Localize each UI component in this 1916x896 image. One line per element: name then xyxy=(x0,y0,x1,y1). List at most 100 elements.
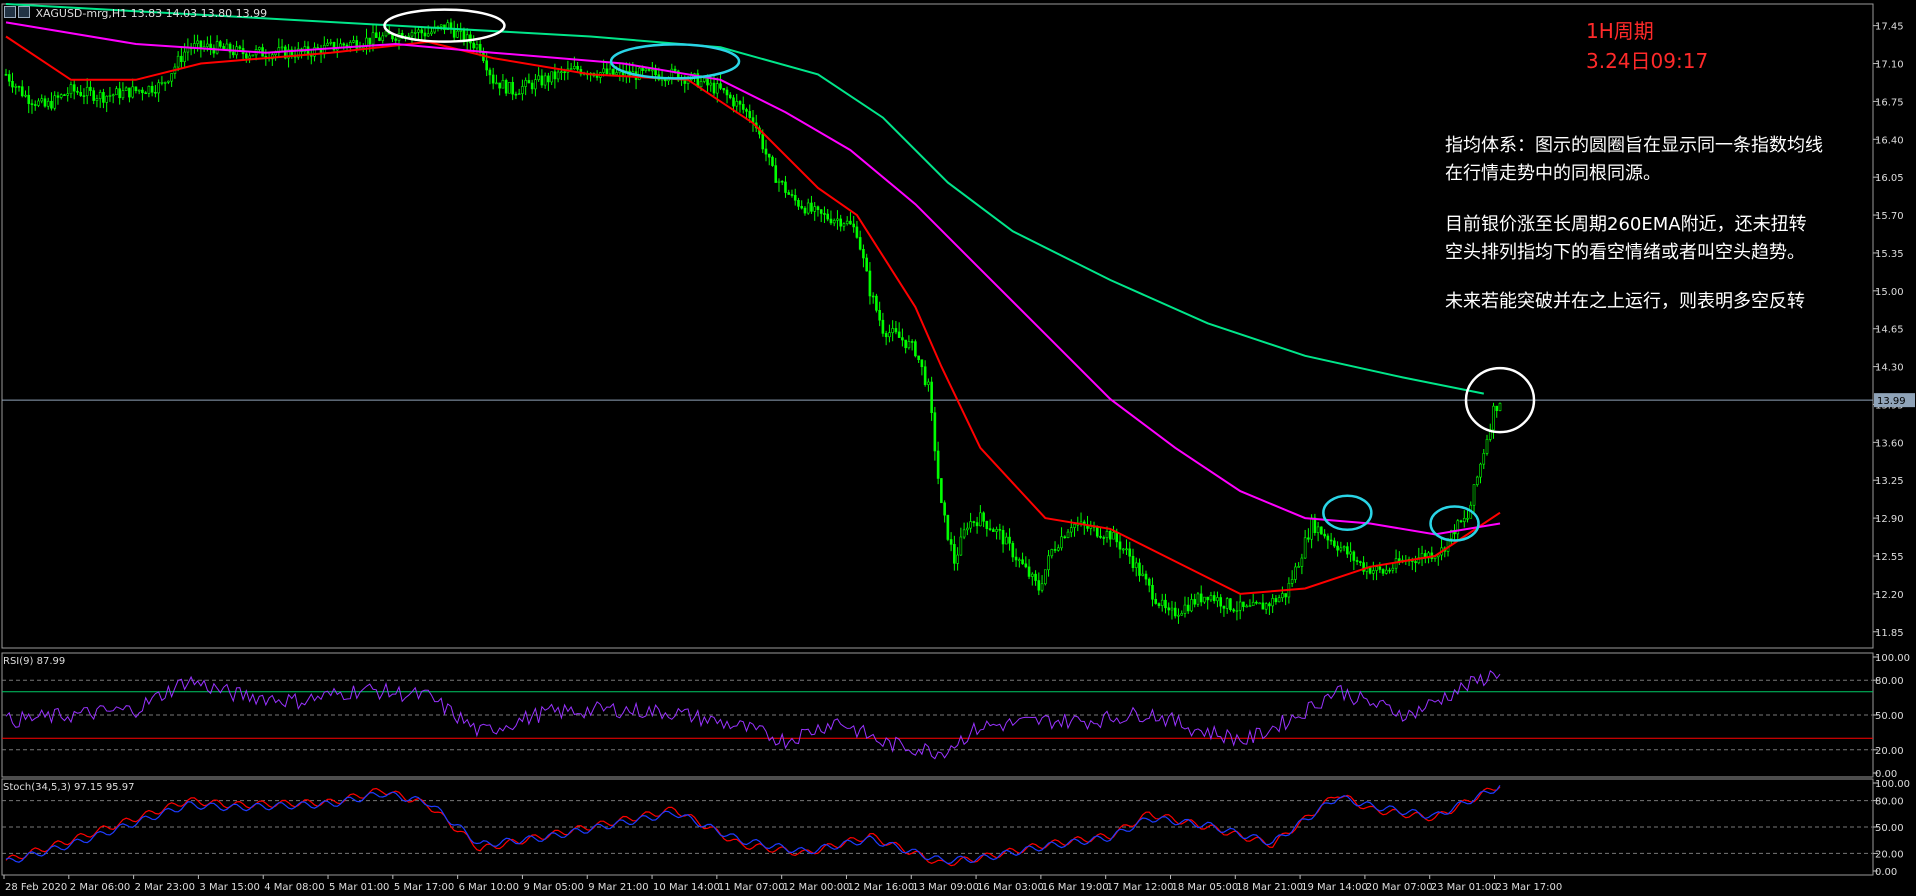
candle-body xyxy=(1183,604,1187,614)
candle-body xyxy=(426,33,430,37)
x-tick-label: 18 Mar 21:00 xyxy=(1236,882,1303,893)
candle-body xyxy=(647,68,651,71)
x-tick-label: 2 Mar 06:00 xyxy=(70,882,130,893)
candle-body xyxy=(371,32,375,45)
candle-body xyxy=(790,194,794,196)
candle-body xyxy=(134,86,138,91)
rsi-y-tick-label: 80.00 xyxy=(1875,676,1904,687)
candle-body xyxy=(803,207,807,214)
candle-body xyxy=(196,40,199,44)
candle-body xyxy=(219,41,222,47)
candle-body xyxy=(1044,569,1047,585)
candle-body xyxy=(992,529,995,532)
x-tick-label: 9 Mar 21:00 xyxy=(588,882,648,893)
candle-body xyxy=(1199,593,1203,603)
candle-body xyxy=(1232,609,1235,612)
candle-body xyxy=(910,341,914,343)
candle-body xyxy=(1475,476,1479,485)
candle-body xyxy=(420,29,424,34)
candle-body xyxy=(985,520,989,529)
candle-body xyxy=(7,74,11,82)
candle-body xyxy=(813,206,817,212)
annotation-circle xyxy=(1322,494,1373,531)
candle-body xyxy=(1462,518,1466,522)
candle-body xyxy=(1047,555,1050,571)
candle-body xyxy=(1255,601,1258,604)
candle-body xyxy=(180,55,183,62)
candle-body xyxy=(537,75,540,80)
candle-body xyxy=(459,30,462,32)
candle-body xyxy=(410,32,414,37)
candle-body xyxy=(949,539,953,545)
candle-body xyxy=(508,82,511,94)
candle-body xyxy=(1167,607,1171,611)
candle-body xyxy=(806,202,810,214)
candle-body xyxy=(920,359,924,368)
candle-body xyxy=(1144,573,1148,580)
candle-body xyxy=(144,92,147,95)
candle-body xyxy=(1001,530,1005,545)
candle-body xyxy=(1040,583,1044,591)
candle-body xyxy=(1482,453,1486,465)
candle-body xyxy=(1108,531,1112,540)
candle-body xyxy=(764,148,768,155)
candle-body xyxy=(1297,566,1300,568)
rsi-y-tick-label: 50.00 xyxy=(1875,711,1904,722)
candle-body xyxy=(105,95,108,103)
candle-body xyxy=(1206,596,1209,601)
candle-body xyxy=(1414,561,1417,564)
datetime-text: 3.24日09:17 xyxy=(1586,49,1709,73)
candle-body xyxy=(1264,603,1268,610)
candle-body xyxy=(14,86,18,88)
candle-body xyxy=(1021,559,1024,565)
x-tick-label: 23 Mar 17:00 xyxy=(1496,882,1563,893)
candle-body xyxy=(124,87,128,91)
candle-body xyxy=(154,91,157,94)
candle-body xyxy=(933,412,937,452)
candle-body xyxy=(810,202,813,212)
y-tick-label: 16.75 xyxy=(1875,97,1904,108)
candle-body xyxy=(115,88,118,96)
candle-body xyxy=(1157,603,1161,606)
candle-body xyxy=(63,94,66,96)
candle-body xyxy=(1014,556,1018,561)
candle-body xyxy=(1290,579,1294,584)
candle-body xyxy=(1134,562,1138,568)
candle-body xyxy=(11,80,14,88)
candle-body xyxy=(352,40,355,43)
candle-body xyxy=(917,355,920,360)
stoch-y-tick-label: 0.00 xyxy=(1875,867,1897,878)
candle-body xyxy=(1186,604,1190,612)
candle-body xyxy=(69,84,73,95)
candle-body xyxy=(1060,536,1063,549)
stoch-y-tick-label: 100.00 xyxy=(1875,779,1910,790)
candle-body xyxy=(654,69,657,76)
candle-body xyxy=(995,529,998,532)
candle-body xyxy=(891,328,894,333)
candle-body xyxy=(1229,598,1232,610)
candle-body xyxy=(215,41,219,54)
candle-body xyxy=(871,295,875,298)
candle-body xyxy=(1147,578,1151,586)
candle-body xyxy=(615,72,618,75)
y-tick-label: 12.90 xyxy=(1875,514,1904,525)
candle-body xyxy=(901,337,904,341)
candle-body xyxy=(1190,599,1193,612)
candle-body xyxy=(1219,597,1222,607)
candle-body xyxy=(1170,607,1174,611)
candle-body xyxy=(50,100,53,109)
candle-body xyxy=(699,81,703,88)
x-tick-label: 12 Mar 00:00 xyxy=(783,882,850,893)
candle-body xyxy=(787,192,791,195)
stoch-label: Stoch(34,5,3) 97.15 95.97 xyxy=(3,782,135,793)
candle-body xyxy=(728,94,732,99)
candle-body xyxy=(1118,541,1122,550)
candle-body xyxy=(1173,607,1177,617)
candle-body xyxy=(793,195,797,201)
candle-body xyxy=(27,94,31,104)
candle-body xyxy=(1196,593,1200,605)
candle-body xyxy=(979,512,982,527)
candle-body xyxy=(550,71,553,83)
candle-body xyxy=(543,75,547,86)
candle-body xyxy=(735,101,739,107)
